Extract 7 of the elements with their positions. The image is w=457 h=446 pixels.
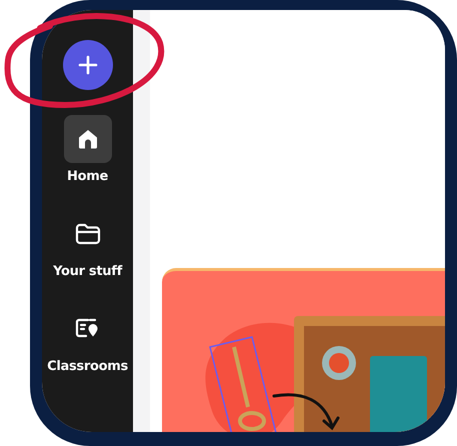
nav-icon-tile[interactable] xyxy=(64,115,112,163)
folder-icon xyxy=(74,222,102,246)
nav-label[interactable]: Your stuff xyxy=(53,264,122,279)
nav-label[interactable]: Home xyxy=(67,169,108,184)
nav-label[interactable]: Classrooms xyxy=(47,359,128,374)
create-button[interactable] xyxy=(62,40,112,90)
plus-icon xyxy=(78,55,98,75)
